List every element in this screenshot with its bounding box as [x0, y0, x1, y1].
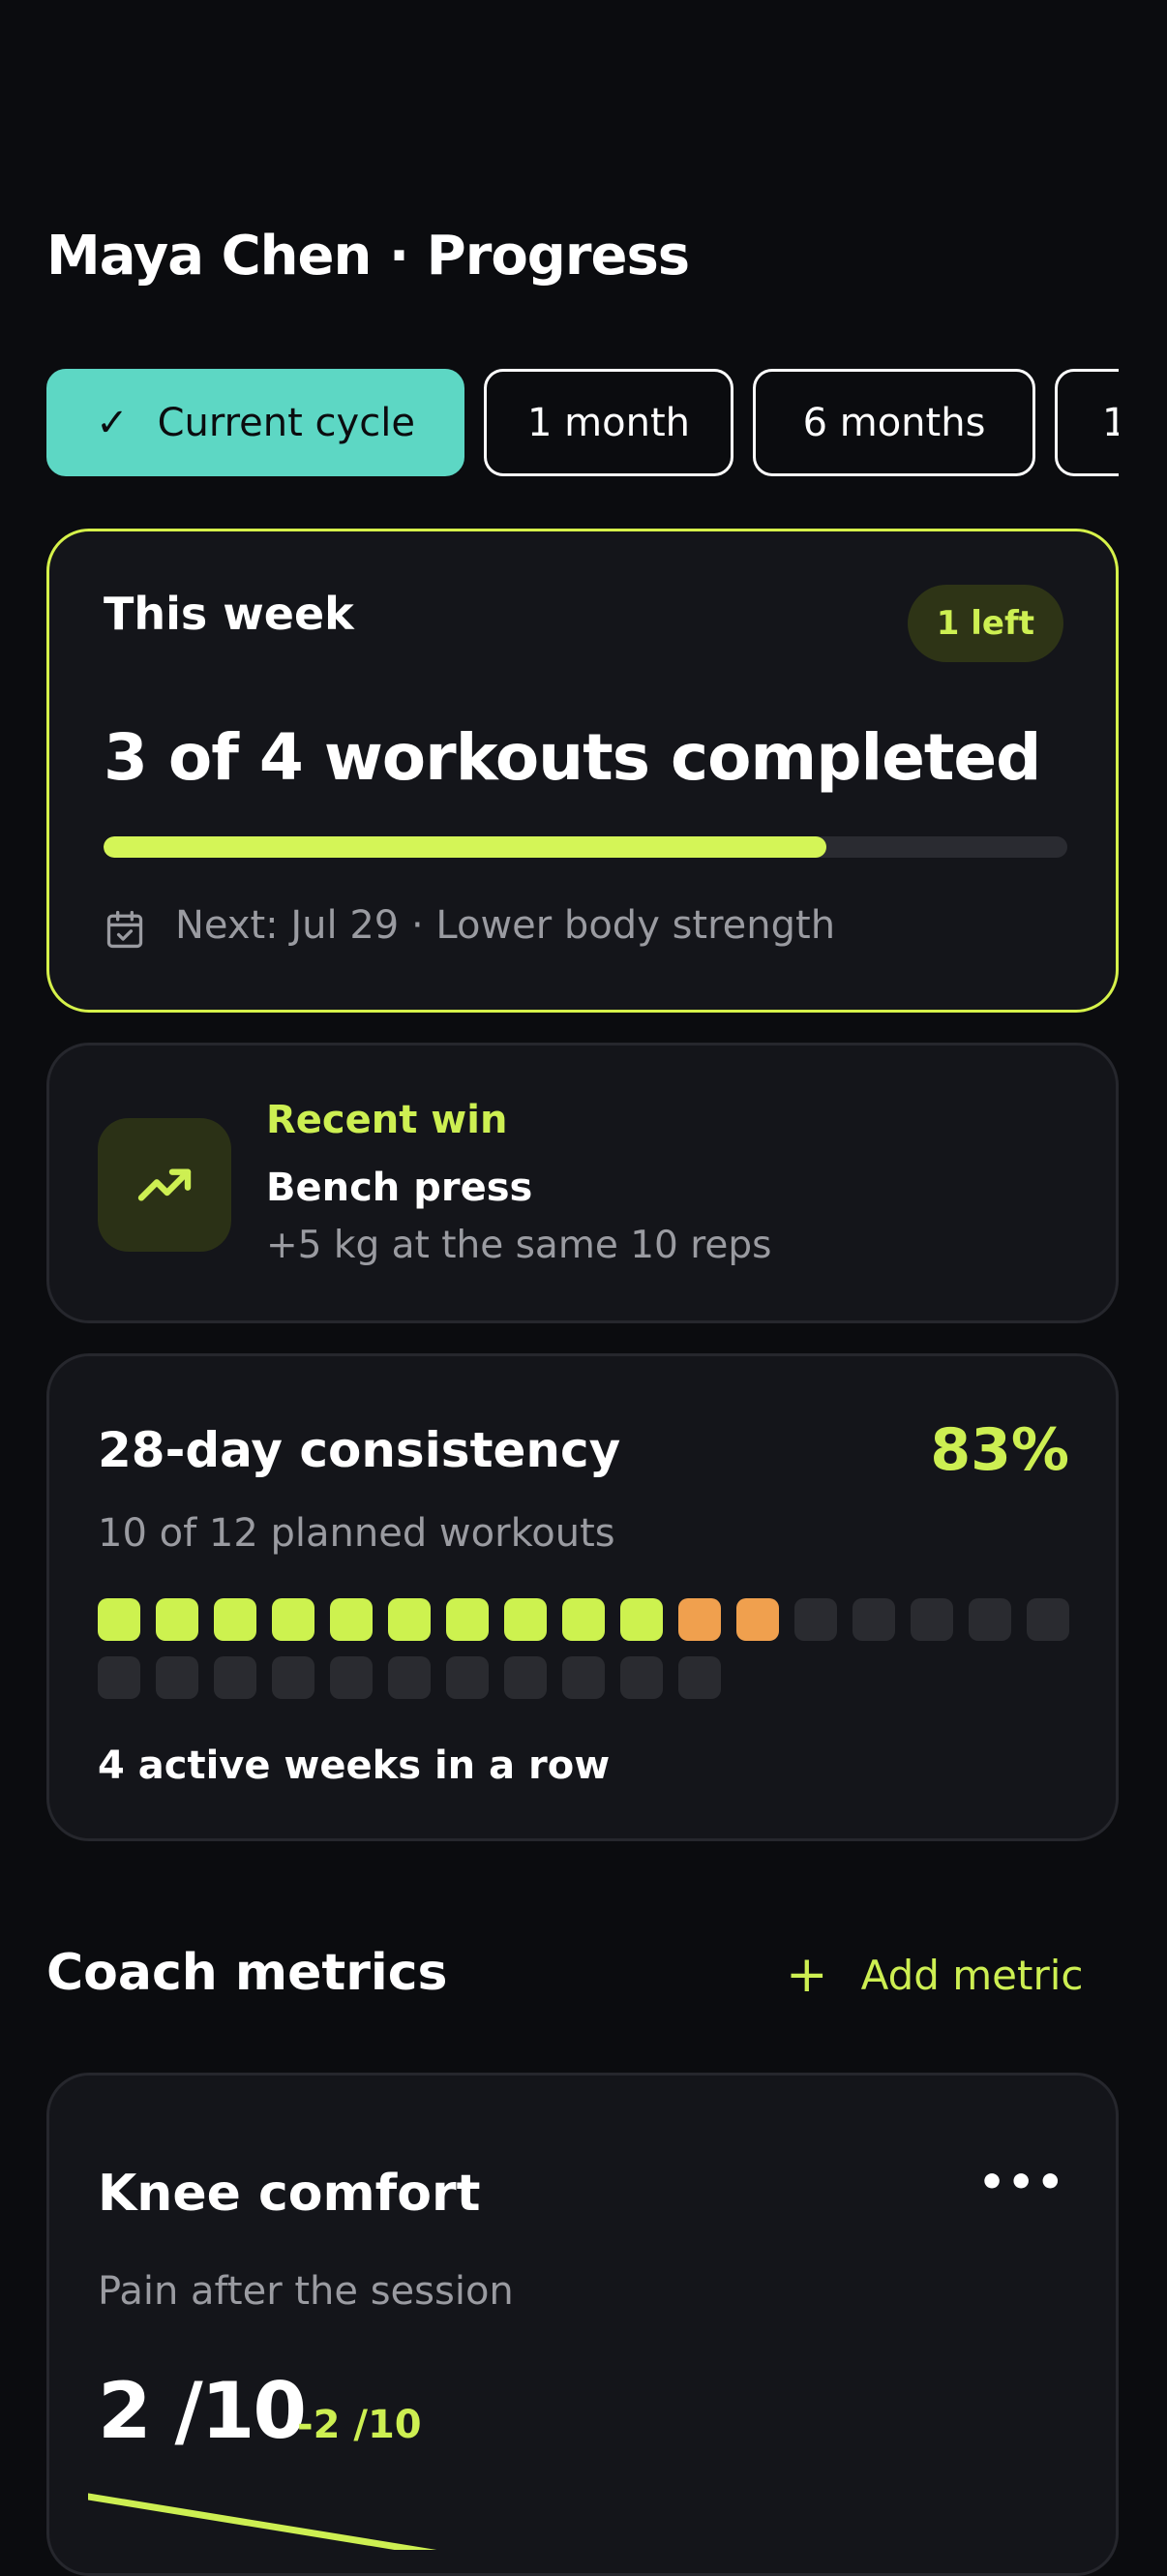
- recent-win-label: Recent win: [266, 1098, 508, 1142]
- day-cell-none: [98, 1656, 140, 1699]
- day-cell-none: [446, 1656, 489, 1699]
- day-cell-none: [562, 1656, 605, 1699]
- page-title: Maya Chen · Progress: [46, 225, 690, 288]
- knee-comfort-card[interactable]: Knee comfort ••• Pain after the session …: [46, 2073, 1119, 2576]
- day-cell-done: [504, 1598, 547, 1641]
- week-workouts-headline: 3 of 4 workouts completed: [104, 720, 1041, 795]
- day-cell-none: [1027, 1598, 1069, 1641]
- filter-chip-label: 6 months: [802, 400, 986, 445]
- metric-trend-line: [88, 2493, 437, 2550]
- day-cell-none: [330, 1656, 373, 1699]
- filter-chip-current-cycle[interactable]: ✓ Current cycle: [46, 369, 464, 476]
- this-week-card[interactable]: This week 1 left 3 of 4 workouts complet…: [46, 529, 1119, 1013]
- filter-chip-1-month[interactable]: 1 month: [484, 369, 733, 476]
- day-cell-done: [388, 1598, 431, 1641]
- day-cell-done: [562, 1598, 605, 1641]
- day-cell-done: [156, 1598, 198, 1641]
- calendar-check-icon: [106, 910, 143, 949]
- streak-text: 4 active weeks in a row: [98, 1743, 611, 1788]
- filter-chip-6-months[interactable]: 6 months: [753, 369, 1035, 476]
- next-workout-text: Next: Jul 29 · Lower body strength: [175, 903, 836, 948]
- day-cell-done: [446, 1598, 489, 1641]
- recent-win-exercise: Bench press: [266, 1166, 533, 1210]
- metric-value: 2 /10: [98, 2366, 307, 2456]
- day-cell-none: [853, 1598, 895, 1641]
- day-cell-done: [214, 1598, 256, 1641]
- plus-icon: +: [786, 1946, 828, 2004]
- day-cell-none: [969, 1598, 1011, 1641]
- recent-win-card[interactable]: Recent win Bench press +5 kg at the same…: [46, 1043, 1119, 1323]
- day-cell-none: [620, 1656, 663, 1699]
- day-cell-none: [678, 1656, 721, 1699]
- check-icon: ✓: [96, 400, 129, 445]
- day-cell-missed: [736, 1598, 779, 1641]
- period-filter-bar: ✓ Current cycle 1 month 6 months 1: [46, 369, 1119, 480]
- metric-subtitle: Pain after the session: [98, 2269, 514, 2314]
- day-cell-none: [504, 1656, 547, 1699]
- add-metric-button[interactable]: + Add metric: [786, 1950, 1084, 2000]
- workouts-left-badge: 1 left: [907, 585, 1063, 662]
- recent-win-detail: +5 kg at the same 10 reps: [266, 1224, 772, 1267]
- day-cell-done: [98, 1598, 140, 1641]
- win-icon-container: [98, 1118, 231, 1252]
- filter-chip-label: 1: [1102, 400, 1119, 445]
- consistency-title: 28-day consistency: [98, 1422, 621, 1478]
- consistency-day-grid: [98, 1598, 1075, 1705]
- coach-metrics-heading: Coach metrics: [46, 1944, 448, 2002]
- day-cell-none: [156, 1656, 198, 1699]
- week-progress-bar: [104, 836, 1067, 858]
- consistency-percent: 83%: [930, 1416, 1069, 1484]
- filter-chip-label: Current cycle: [157, 400, 415, 445]
- day-cell-none: [794, 1598, 837, 1641]
- day-cell-done: [272, 1598, 314, 1641]
- metric-delta: -2 /10: [297, 2403, 422, 2447]
- week-progress-fill: [104, 836, 826, 858]
- week-card-title: This week: [104, 588, 354, 640]
- day-cell-done: [620, 1598, 663, 1641]
- day-cell-none: [214, 1656, 256, 1699]
- day-cell-done: [330, 1598, 373, 1641]
- more-horizontal-icon[interactable]: •••: [978, 2158, 1065, 2207]
- metric-title: Knee comfort: [98, 2165, 481, 2223]
- day-cell-missed: [678, 1598, 721, 1641]
- consistency-card[interactable]: 28-day consistency 83% 10 of 12 planned …: [46, 1353, 1119, 1841]
- add-metric-label: Add metric: [860, 1951, 1084, 1999]
- consistency-subtitle: 10 of 12 planned workouts: [98, 1511, 615, 1556]
- filter-chip-label: 1 month: [527, 400, 690, 445]
- day-cell-none: [388, 1656, 431, 1699]
- trending-up-icon: [137, 1168, 192, 1201]
- day-cell-none: [911, 1598, 953, 1641]
- day-cell-none: [272, 1656, 314, 1699]
- filter-chip-1-year[interactable]: 1: [1055, 369, 1119, 476]
